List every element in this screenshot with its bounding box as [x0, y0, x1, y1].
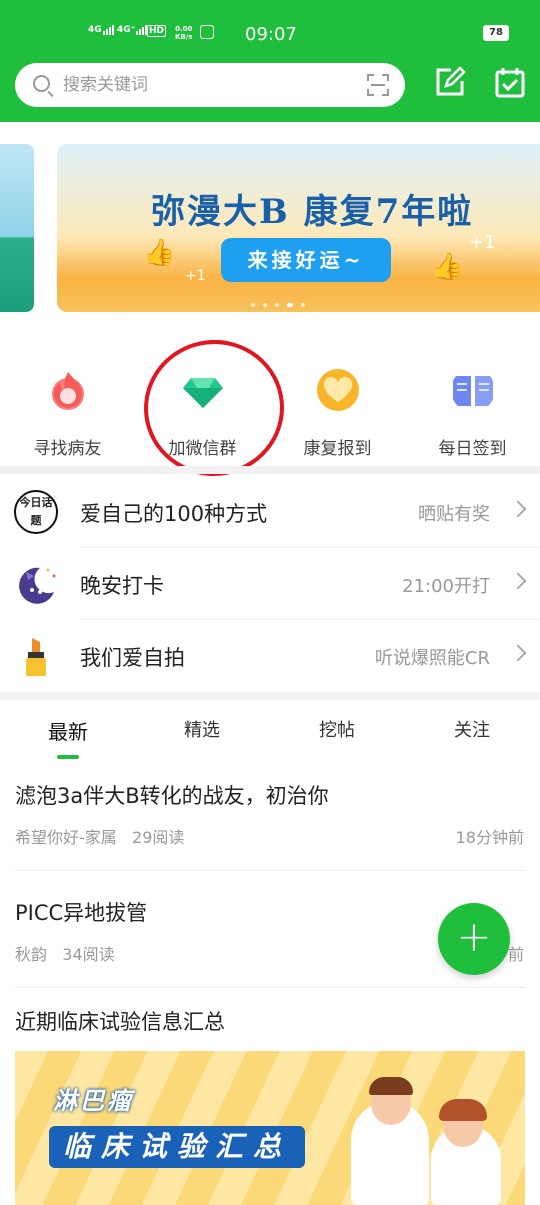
banner-carousel[interactable]: 弥漫大B 康复7年啦 来接好运~ 👍 +1 👍 +1	[0, 144, 540, 312]
clock: 09:07	[245, 24, 297, 45]
new-post-fab[interactable]: +	[438, 903, 510, 975]
banner-title: 弥漫大B 康复7年啦	[151, 192, 474, 232]
feed-tabs: 最新 精选 挖帖 关注	[0, 700, 540, 759]
signal-4g-2: 4G⁺	[117, 25, 148, 35]
ad-title: 临床试验汇总	[49, 1126, 305, 1168]
tab-dig-posts[interactable]: 挖帖	[287, 716, 387, 742]
search-icon	[33, 75, 50, 92]
topic-hint: 21:00开打	[402, 576, 490, 597]
topic-name: 爱自己的100种方式	[80, 502, 268, 526]
media-icon	[200, 25, 214, 39]
thumbs-up-icon: 👍	[431, 252, 464, 282]
post-time: 前	[507, 945, 524, 964]
quick-find-patients[interactable]: 寻找病友	[0, 360, 135, 459]
plus-one-label: +1	[185, 268, 206, 284]
book-icon	[452, 376, 493, 406]
status-bar: 4G 4G⁺ HD 0.00 KB/s 09:07 78	[0, 22, 540, 48]
flame-icon	[51, 372, 84, 410]
edit-post-icon[interactable]	[434, 66, 466, 98]
app-header: 4G 4G⁺ HD 0.00 KB/s 09:07 78	[0, 0, 540, 122]
tab-latest[interactable]: 最新	[18, 716, 118, 759]
moon-icon	[19, 567, 56, 604]
thumbs-up-icon: 👍	[143, 238, 176, 268]
search-input[interactable]	[63, 73, 353, 97]
topic-name: 晚安打卡	[80, 574, 164, 598]
tab-indicator	[57, 755, 79, 759]
topic-row[interactable]: 我们爱自拍 听说爆照能CR	[0, 620, 540, 692]
post-title: 近期临床试验信息汇总	[15, 1010, 225, 1034]
search-bar[interactable]	[15, 63, 405, 107]
post-title: PICC异地拔管	[15, 901, 148, 925]
post-item[interactable]: 近期临床试验信息汇总	[0, 1006, 540, 1046]
quick-label: 寻找病友	[33, 439, 102, 459]
banner-prev-slide[interactable]	[0, 144, 34, 312]
today-topic-icon: 今日话题	[14, 490, 58, 534]
quick-label: 康复报到	[303, 439, 372, 459]
chevron-right-icon	[509, 572, 527, 590]
lipstick-icon	[26, 638, 46, 676]
net-speed: 0.00 KB/s	[175, 25, 193, 41]
ad-subtitle: 淋巴瘤	[53, 1087, 134, 1115]
topic-row[interactable]: 今日话题 爱自己的100种方式 晒贴有奖	[0, 476, 540, 548]
checkin-calendar-icon[interactable]	[494, 66, 526, 98]
annotation-circle-tail	[196, 340, 236, 354]
chevron-right-icon	[509, 500, 527, 518]
tab-featured[interactable]: 精选	[152, 716, 252, 742]
quick-daily-signin[interactable]: 每日签到	[405, 360, 540, 459]
hd-icon: HD	[147, 25, 167, 37]
chevron-right-icon	[509, 644, 527, 662]
section-divider	[0, 466, 540, 474]
post-meta: 秋韵 34阅读	[15, 945, 115, 964]
post-title: 滤泡3a伴大B转化的战友，初治你	[15, 784, 329, 808]
post-item[interactable]: 滤泡3a伴大B转化的战友，初治你 希望你好-家属 29阅读 18分钟前	[0, 780, 540, 871]
signal-4g-1: 4G	[88, 25, 114, 35]
post-time: 18分钟前	[455, 828, 524, 847]
scan-icon[interactable]	[367, 74, 389, 96]
heart-icon	[316, 369, 359, 411]
post-meta: 希望你好-家属 29阅读	[15, 828, 185, 847]
section-divider	[0, 692, 540, 700]
tab-following[interactable]: 关注	[422, 716, 522, 742]
battery-indicator: 78	[483, 25, 509, 41]
topic-name: 我们爱自拍	[80, 646, 185, 670]
quick-recovery-checkin[interactable]: 康复报到	[270, 360, 405, 459]
banner-slide[interactable]: 弥漫大B 康复7年啦 来接好运~ 👍 +1 👍 +1	[57, 144, 540, 312]
topic-row[interactable]: 晚安打卡 21:00开打	[0, 548, 540, 620]
carousel-dots	[247, 292, 309, 311]
topic-hint: 听说爆照能CR	[374, 648, 490, 669]
plus-one-label: +1	[469, 232, 496, 253]
topic-hint: 晒贴有奖	[418, 504, 490, 525]
post-cover-image[interactable]: 淋巴瘤 临床试验汇总	[15, 1051, 525, 1205]
quick-label: 每日签到	[438, 439, 507, 459]
banner-cta-button[interactable]: 来接好运~	[221, 238, 391, 282]
